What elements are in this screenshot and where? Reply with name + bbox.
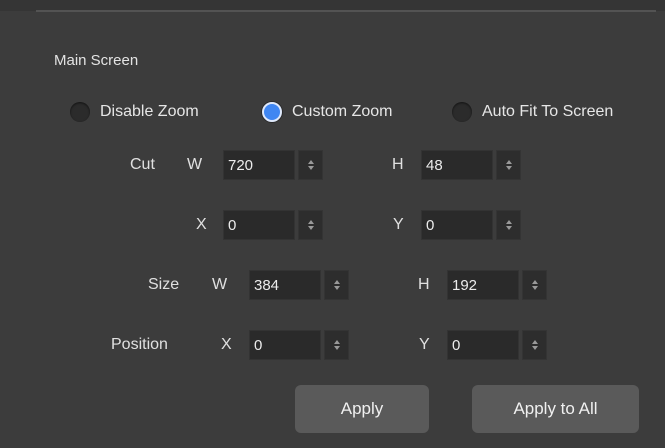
- cut-y-spinbox[interactable]: 0: [421, 210, 523, 240]
- apply-button[interactable]: Apply: [295, 385, 429, 433]
- spin-arrows-icon[interactable]: [496, 210, 521, 240]
- position-y-label: Y: [419, 336, 430, 353]
- radio-label: Disable Zoom: [100, 103, 199, 120]
- size-h-input[interactable]: 192: [447, 270, 519, 300]
- cut-label: Cut: [130, 156, 155, 173]
- cut-x-label: X: [196, 216, 207, 233]
- spin-arrows-icon[interactable]: [298, 150, 323, 180]
- size-h-label: H: [418, 276, 430, 293]
- radio-custom-zoom[interactable]: Custom Zoom: [262, 100, 392, 124]
- cut-w-spinbox[interactable]: 720: [223, 150, 325, 180]
- section-title: Main Screen: [54, 52, 139, 69]
- spin-arrows-icon[interactable]: [324, 330, 349, 360]
- radio-label: Auto Fit To Screen: [482, 103, 614, 120]
- top-divider: [36, 10, 656, 12]
- size-label: Size: [148, 276, 180, 293]
- cut-w-label: W: [187, 156, 203, 173]
- cut-h-label: H: [392, 156, 404, 173]
- size-w-label: W: [212, 276, 228, 293]
- size-w-spinbox[interactable]: 384: [249, 270, 351, 300]
- position-x-input[interactable]: 0: [249, 330, 321, 360]
- cut-x-spinbox[interactable]: 0: [223, 210, 325, 240]
- spin-arrows-icon[interactable]: [298, 210, 323, 240]
- radio-indicator-checked: [262, 102, 282, 122]
- radio-auto-fit[interactable]: Auto Fit To Screen: [452, 100, 613, 124]
- position-x-label: X: [221, 336, 232, 353]
- main-screen-panel: Main Screen Disable Zoom Custom Zoom Aut…: [0, 0, 665, 448]
- radio-indicator: [452, 102, 472, 122]
- radio-disable-zoom[interactable]: Disable Zoom: [70, 100, 199, 124]
- position-x-spinbox[interactable]: 0: [249, 330, 351, 360]
- cut-w-input[interactable]: 720: [223, 150, 295, 180]
- size-h-spinbox[interactable]: 192: [447, 270, 549, 300]
- apply-to-all-button[interactable]: Apply to All: [472, 385, 639, 433]
- radio-label: Custom Zoom: [292, 103, 393, 120]
- spin-arrows-icon[interactable]: [522, 270, 547, 300]
- radio-indicator: [70, 102, 90, 122]
- cut-y-label: Y: [393, 216, 404, 233]
- cut-h-spinbox[interactable]: 48: [421, 150, 523, 180]
- position-y-spinbox[interactable]: 0: [447, 330, 549, 360]
- cut-y-input[interactable]: 0: [421, 210, 493, 240]
- size-w-input[interactable]: 384: [249, 270, 321, 300]
- spin-arrows-icon[interactable]: [496, 150, 521, 180]
- cut-h-input[interactable]: 48: [421, 150, 493, 180]
- position-y-input[interactable]: 0: [447, 330, 519, 360]
- spin-arrows-icon[interactable]: [522, 330, 547, 360]
- spin-arrows-icon[interactable]: [324, 270, 349, 300]
- position-label: Position: [111, 336, 168, 353]
- cut-x-input[interactable]: 0: [223, 210, 295, 240]
